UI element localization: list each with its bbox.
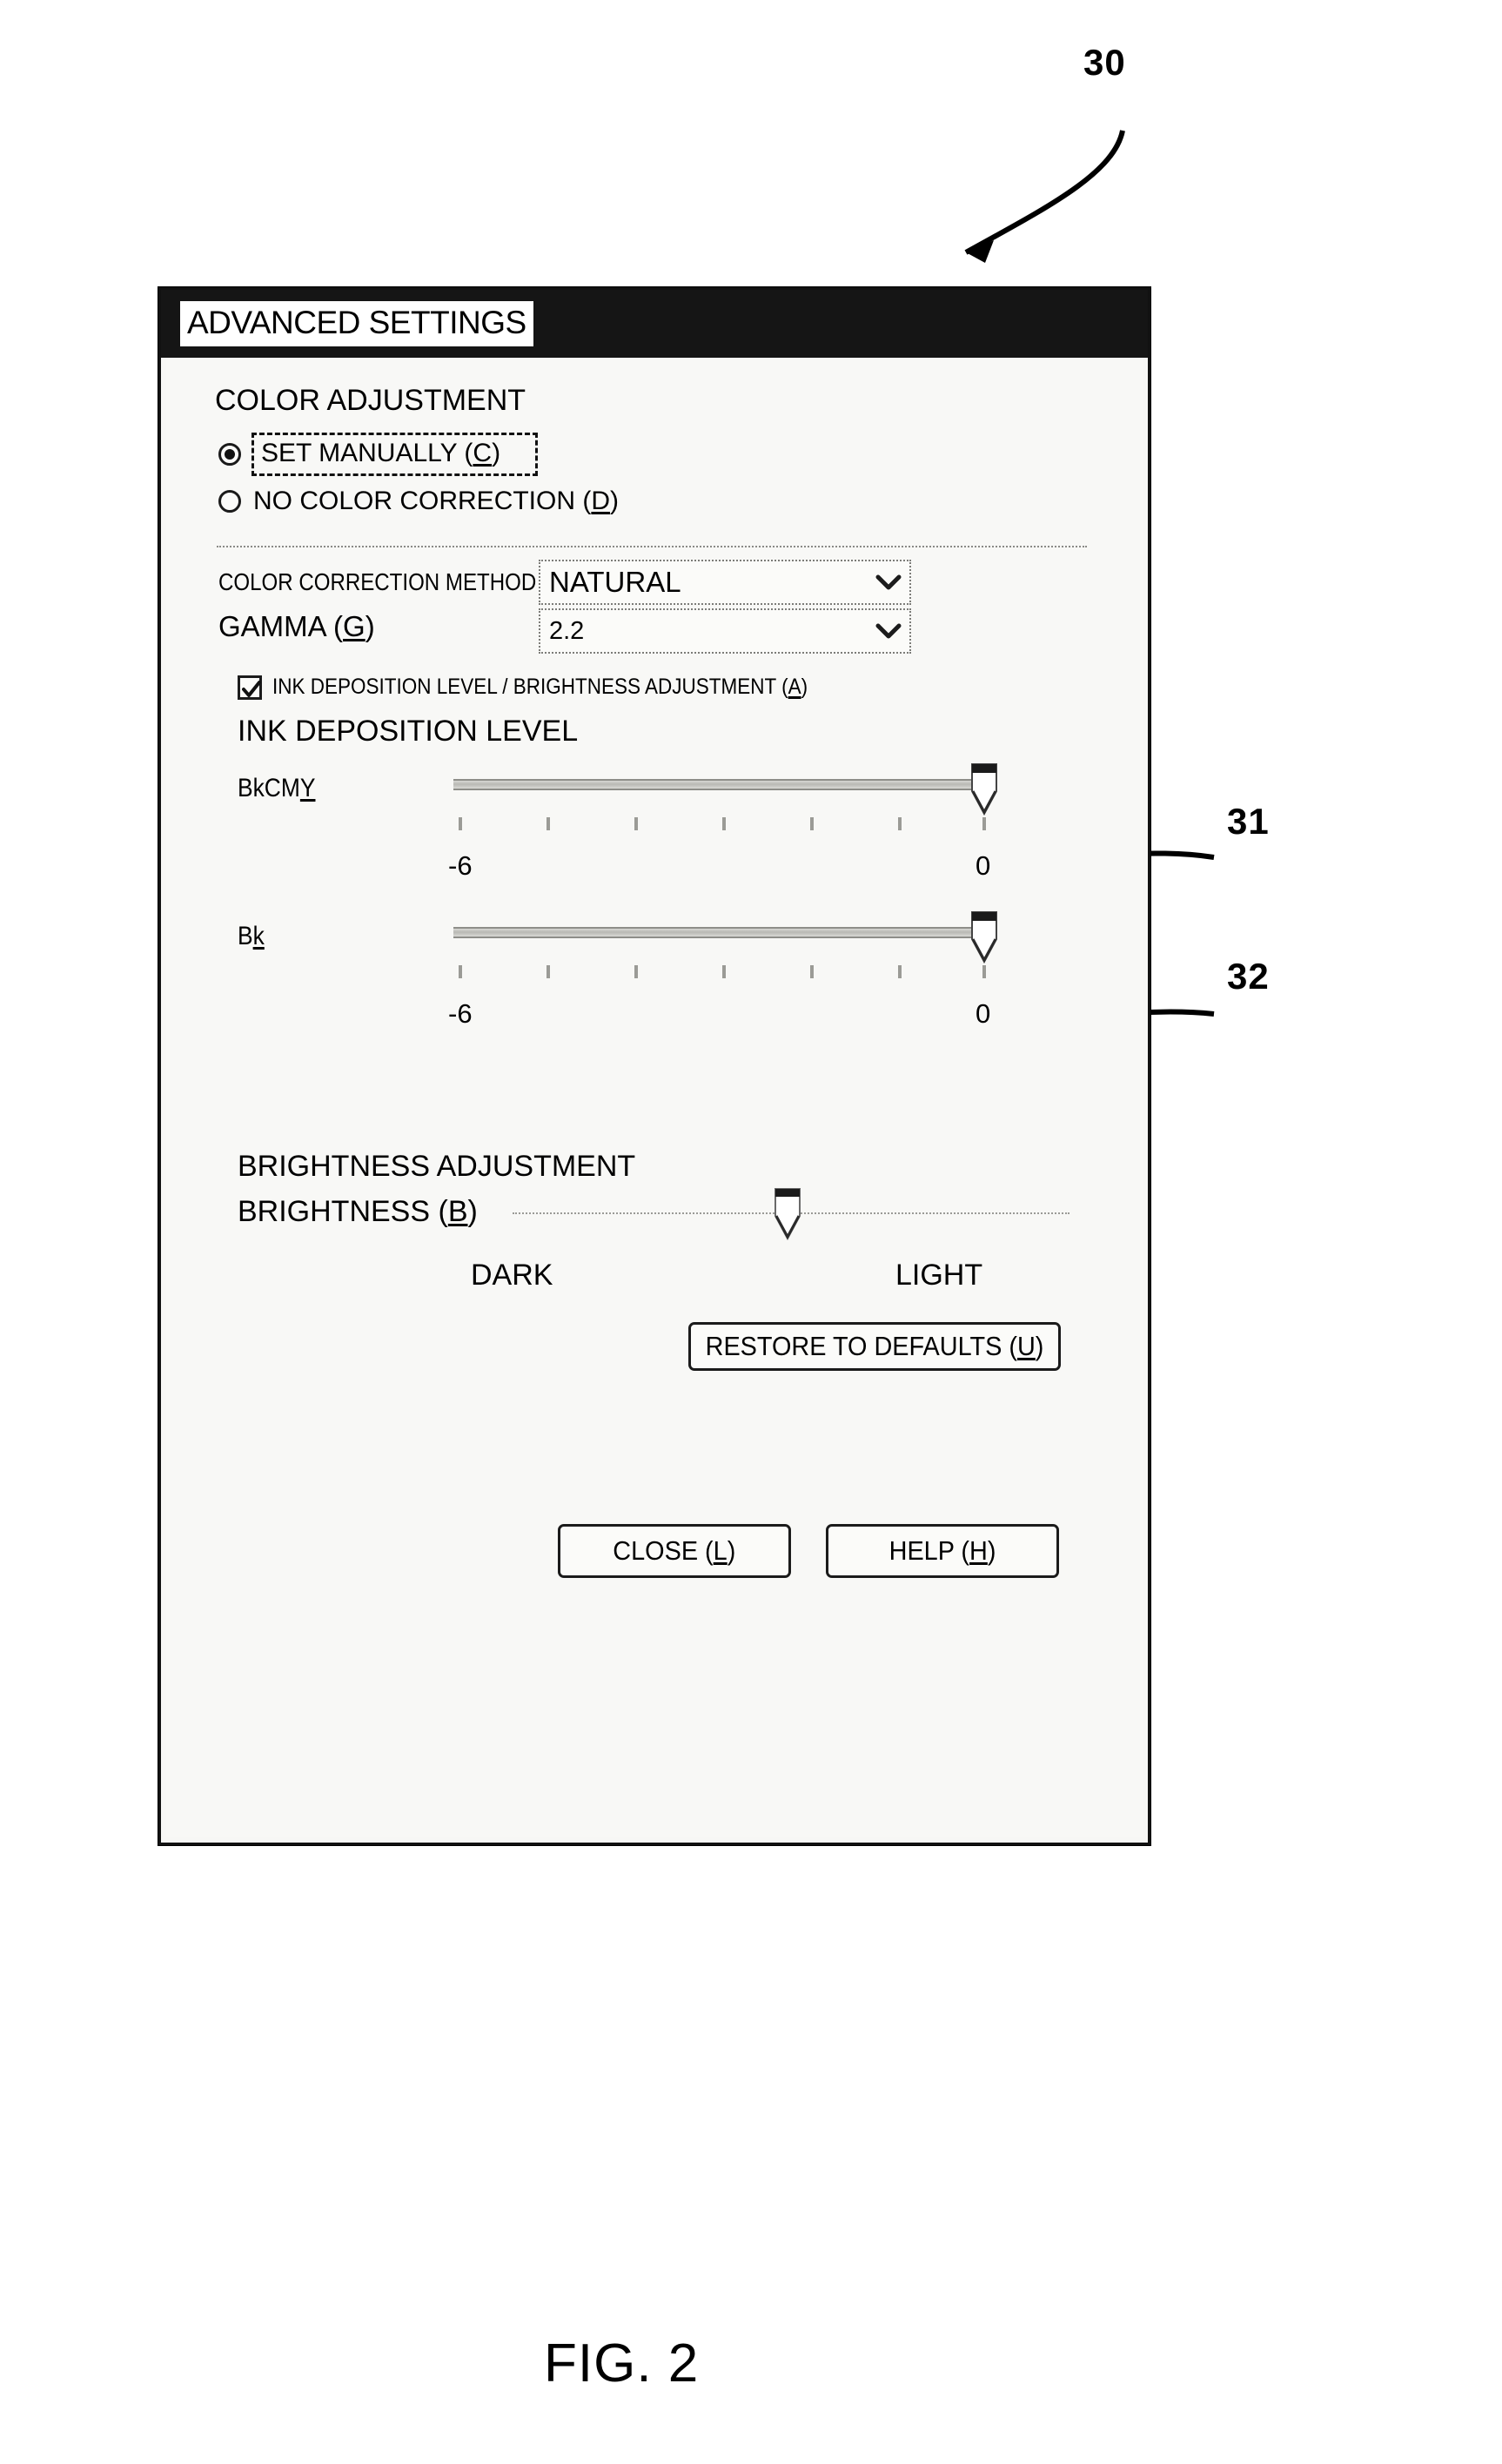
slider-track-bk[interactable]: [453, 927, 990, 938]
callout-32: 32: [1227, 956, 1270, 997]
help-button[interactable]: HELP (H): [826, 1524, 1059, 1578]
slider-min-label-bk: -6: [448, 998, 473, 1029]
ink-deposition-level-heading: INK DEPOSITION LEVEL: [238, 715, 579, 748]
radio-row-set-manually[interactable]: SET MANUALLY (C): [218, 433, 539, 476]
ink-deposition-brightness-checkbox-row[interactable]: INK DEPOSITION LEVEL / BRIGHTNESS ADJUST…: [238, 675, 867, 700]
slider-track-bkcmy[interactable]: [453, 779, 990, 790]
focus-outline-set-manually: SET MANUALLY (C): [251, 433, 539, 476]
advanced-settings-dialog: ADVANCED SETTINGS COLOR ADJUSTMENT SET M…: [158, 287, 1150, 1845]
brightness-min-label: DARK: [471, 1259, 553, 1292]
figure-caption: FIG. 2: [544, 2333, 700, 2394]
color-correction-method-select[interactable]: NATURAL: [539, 560, 911, 605]
gamma-label: GAMMA (G): [218, 610, 375, 642]
dialog-title: ADVANCED SETTINGS: [180, 301, 533, 346]
dialog-titlebar: ADVANCED SETTINGS: [161, 290, 1148, 358]
slider-min-label-bkcmy: -6: [448, 850, 473, 881]
section-divider: [217, 546, 1087, 547]
restore-to-defaults-button[interactable]: RESTORE TO DEFAULTS (U): [688, 1322, 1061, 1371]
close-button[interactable]: CLOSE (L): [558, 1524, 791, 1578]
chevron-down-icon-color-correction[interactable]: [868, 561, 909, 603]
slider-ticks-bkcmy: [453, 817, 990, 831]
slider-ticks-bk: [453, 965, 990, 979]
slider-thumb-bk[interactable]: [965, 910, 1003, 975]
checkbox-label-ink-deposition: INK DEPOSITION LEVEL / BRIGHTNESS ADJUST…: [272, 675, 808, 699]
dialog-client-area: COLOR ADJUSTMENT SET MANUALLY (C) NO COL…: [166, 358, 1143, 1837]
color-adjustment-heading: COLOR ADJUSTMENT: [215, 384, 526, 417]
radio-icon-set-manually[interactable]: [218, 443, 241, 466]
gamma-value: 2.2: [549, 616, 585, 645]
color-correction-method-value: NATURAL: [549, 566, 681, 598]
brightness-slider-thumb[interactable]: [768, 1186, 807, 1252]
radio-label-set-manually: SET MANUALLY (C): [261, 439, 501, 467]
checkbox-icon-ink-deposition[interactable]: [238, 675, 262, 700]
close-button-label: CLOSE (L): [613, 1535, 736, 1566]
slider-max-label-bk: 0: [976, 998, 991, 1029]
brightness-max-label: LIGHT: [895, 1259, 983, 1292]
brightness-slider-label: BRIGHTNESS (B): [238, 1195, 478, 1228]
slider-label-bk: Bk: [238, 922, 265, 950]
slider-group-bk: Bk -6 0: [166, 911, 1143, 1063]
help-button-label: HELP (H): [888, 1535, 996, 1566]
callout-30: 30: [1083, 42, 1126, 83]
radio-label-no-color-correction: NO COLOR CORRECTION (D): [253, 487, 620, 515]
slider-max-label-bkcmy: 0: [976, 850, 991, 881]
radio-icon-no-color-correction[interactable]: [218, 490, 241, 513]
callout-31: 31: [1227, 801, 1270, 842]
brightness-adjustment-heading: BRIGHTNESS ADJUSTMENT: [238, 1150, 636, 1183]
slider-label-bkcmy: BkCMY: [238, 774, 316, 802]
slider-group-bkcmy: BkCMY -6 0: [166, 763, 1143, 915]
chevron-down-icon-gamma[interactable]: [868, 610, 909, 652]
slider-thumb-bkcmy[interactable]: [965, 762, 1003, 827]
gamma-select[interactable]: 2.2: [539, 608, 911, 654]
color-correction-method-label: COLOR CORRECTION METHOD (O): [218, 568, 573, 595]
restore-to-defaults-label: RESTORE TO DEFAULTS (U): [705, 1331, 1044, 1361]
radio-row-no-color-correction[interactable]: NO COLOR CORRECTION (D): [218, 487, 619, 516]
